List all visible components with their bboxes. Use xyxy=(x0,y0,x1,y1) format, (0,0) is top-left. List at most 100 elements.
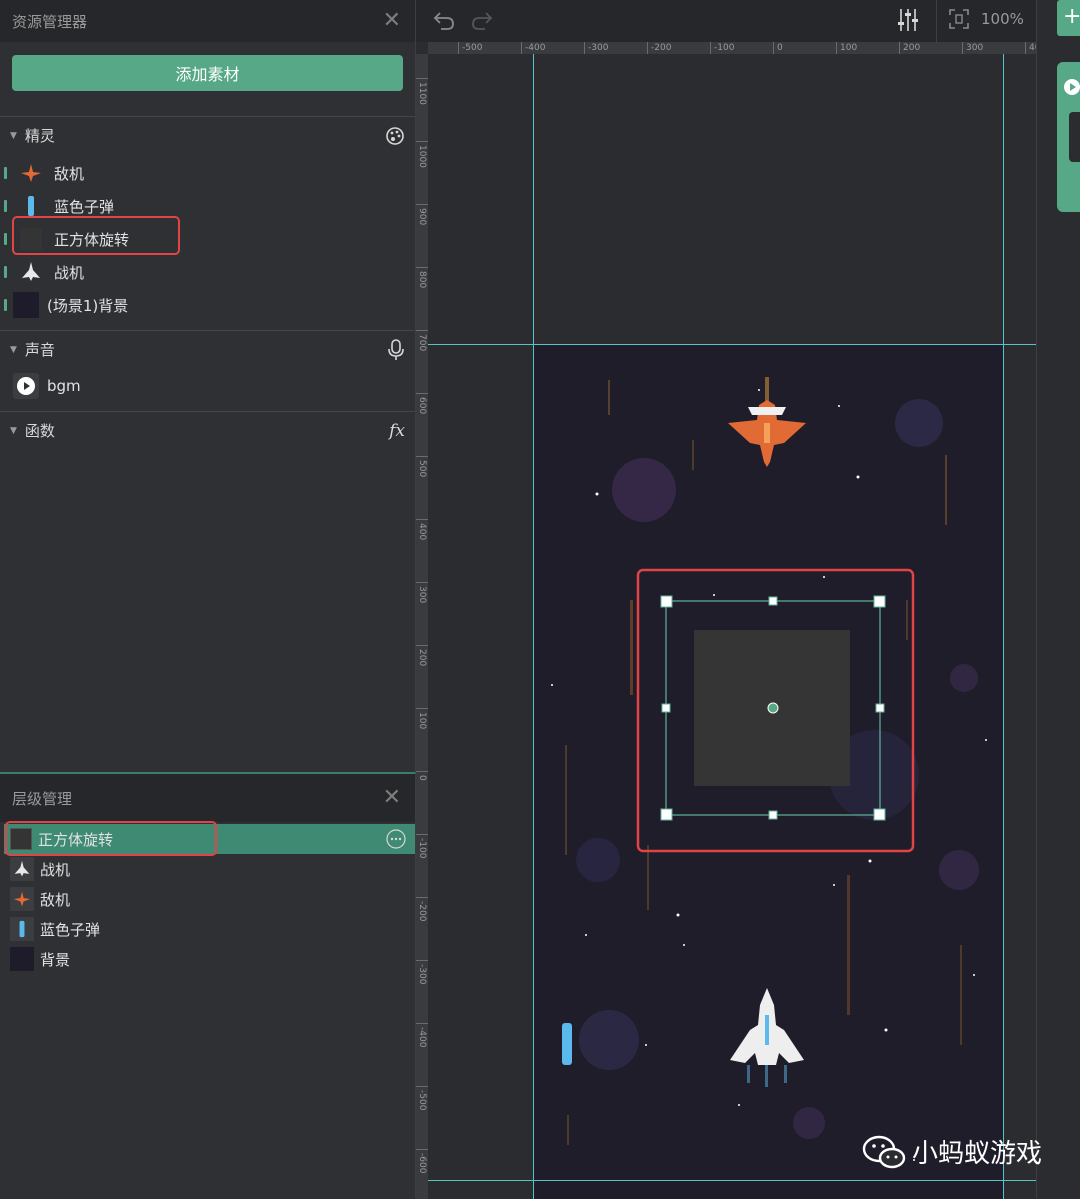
layer-row-fighter[interactable]: 战机 xyxy=(4,854,415,884)
ruler-tick: 300 xyxy=(416,582,428,603)
sprite-item-background[interactable]: (场景1)背景 xyxy=(13,290,128,320)
layer-row-label: 战机 xyxy=(40,860,71,879)
ruler-horizontal: -500 -400 -300 -200 -100 0 100 200 300 4… xyxy=(428,42,1040,54)
fighter-plane-icon xyxy=(10,857,34,881)
ruler-tick: 900 xyxy=(416,204,428,225)
code-block[interactable] xyxy=(1057,62,1080,212)
guide-line-bottom xyxy=(428,1180,1036,1181)
collapse-triangle-icon[interactable]: ▼ xyxy=(10,426,17,436)
sprite-item-enemy[interactable]: 敌机 xyxy=(18,158,84,188)
ruler-vertical: 1100 1000 900 800 700 600 500 400 300 20… xyxy=(416,54,428,1199)
functions-section-header[interactable]: ▼ 函数 fx xyxy=(0,411,415,449)
layer-row-label: 背景 xyxy=(40,950,71,969)
close-icon[interactable]: ✕ xyxy=(383,787,401,809)
layer-row-label: 敌机 xyxy=(40,890,71,909)
highlight-box xyxy=(12,216,180,255)
redo-icon[interactable] xyxy=(470,9,494,31)
wechat-icon xyxy=(862,1135,906,1168)
ruler-tick: 800 xyxy=(416,267,428,288)
ruler-tick: 700 xyxy=(416,330,428,351)
guide-line-left xyxy=(533,54,534,1199)
ruler-tick: 100 xyxy=(416,708,428,729)
watermark-text: 小蚂蚁游戏 xyxy=(912,1139,1043,1169)
sprite-item-fighter[interactable]: 战机 xyxy=(18,257,84,287)
guide-line-right xyxy=(1003,54,1004,1199)
background-thumbnail-icon xyxy=(13,292,39,318)
layer-row-blue-bullet[interactable]: 蓝色子弹 xyxy=(4,914,415,944)
highlight-box xyxy=(5,821,217,856)
layer-manager-panel: 层级管理 ✕ 正方体旋转 战机 敌机 蓝色子弹 背景 xyxy=(0,772,416,1199)
ruler-tick: 600 xyxy=(416,393,428,414)
space-background xyxy=(551,377,987,1161)
layer-row-label: 蓝色子弹 xyxy=(40,920,101,939)
ruler-tick: 1100 xyxy=(416,78,428,105)
collapse-triangle-icon[interactable]: ▼ xyxy=(10,131,17,141)
scene-editor: 100% -500 -400 -300 -200 -100 0 100 200 … xyxy=(416,0,1040,1199)
enemy-plane-icon xyxy=(18,160,44,186)
sprite-item-label: 敌机 xyxy=(54,164,85,183)
layer-row-enemy[interactable]: 敌机 xyxy=(4,884,415,914)
layer-manager-title: 层级管理 xyxy=(12,789,73,808)
collapse-triangle-icon[interactable]: ▼ xyxy=(10,345,17,355)
undo-icon[interactable] xyxy=(432,9,456,31)
add-icon[interactable]: + xyxy=(1057,0,1080,36)
close-icon[interactable]: ✕ xyxy=(383,10,401,32)
sprite-item-label: (场景1)背景 xyxy=(47,296,129,315)
zoom-level[interactable]: 100% xyxy=(981,10,1024,28)
asset-manager-title: 资源管理器 xyxy=(12,12,88,31)
ruler-tick: 100 xyxy=(836,42,857,54)
ruler-tick: -200 xyxy=(416,897,428,921)
ruler-tick: 500 xyxy=(416,456,428,477)
functions-section-title: 函数 xyxy=(24,422,55,440)
asset-manager-panel: 资源管理器 ✕ 添加素材 ▼ 精灵 敌机 蓝色子弹 正方体旋转 战机 (场景1)… xyxy=(0,0,416,772)
guide-line-top xyxy=(428,344,1036,345)
sounds-section-header[interactable]: ▼ 声音 xyxy=(0,330,415,368)
ruler-tick: -300 xyxy=(584,42,608,54)
background-thumbnail-icon xyxy=(10,947,34,971)
asset-manager-header: 资源管理器 ✕ xyxy=(0,0,415,42)
layer-row-background[interactable]: 背景 xyxy=(4,944,415,974)
function-fx-icon[interactable]: fx xyxy=(389,421,405,441)
fighter-plane-icon xyxy=(18,259,44,285)
ruler-tick: 200 xyxy=(899,42,920,54)
game-stage[interactable] xyxy=(534,345,1004,1199)
sprites-section-title: 精灵 xyxy=(24,127,55,145)
play-icon[interactable] xyxy=(13,373,39,399)
editor-toolbar: 100% xyxy=(416,0,1036,42)
blue-bullet-icon xyxy=(10,917,34,941)
ruler-tick: -100 xyxy=(416,834,428,858)
ruler-tick: -100 xyxy=(710,42,734,54)
ruler-tick: 0 xyxy=(773,42,783,54)
fighter-plane-sprite xyxy=(730,988,804,1087)
sprite-item-label: 战机 xyxy=(54,263,85,282)
enemy-plane-icon xyxy=(10,887,34,911)
more-options-icon[interactable] xyxy=(386,829,406,849)
ruler-tick: -500 xyxy=(458,42,482,54)
ruler-tick: -600 xyxy=(416,1149,428,1173)
ruler-tick: -300 xyxy=(416,960,428,984)
sounds-section-title: 声音 xyxy=(24,341,55,359)
ruler-tick: -400 xyxy=(521,42,545,54)
ruler-tick: 400 xyxy=(416,519,428,540)
ruler-tick: 0 xyxy=(416,771,428,781)
play-icon[interactable] xyxy=(1063,78,1080,96)
blue-bullet-sprite xyxy=(562,1023,572,1065)
palette-icon[interactable] xyxy=(385,126,405,146)
add-asset-button[interactable]: 添加素材 xyxy=(12,55,403,91)
ruler-tick: -500 xyxy=(416,1086,428,1110)
sound-item-label: bgm xyxy=(47,377,81,395)
block-palette-strip: + xyxy=(1036,0,1080,1199)
fit-screen-icon[interactable] xyxy=(948,8,970,30)
adjust-sliders-icon[interactable] xyxy=(896,7,920,33)
sprites-section-header[interactable]: ▼ 精灵 xyxy=(0,116,415,154)
watermark: 小蚂蚁游戏 xyxy=(862,1133,1042,1170)
ruler-tick: 200 xyxy=(416,645,428,666)
ruler-tick: -200 xyxy=(647,42,671,54)
sound-item-bgm[interactable]: bgm xyxy=(13,371,81,401)
microphone-icon[interactable] xyxy=(387,338,405,361)
ruler-tick: 1000 xyxy=(416,141,428,168)
sprite-item-label: 蓝色子弹 xyxy=(54,197,115,216)
enemy-plane-sprite xyxy=(728,377,806,467)
ruler-tick: 300 xyxy=(962,42,983,54)
layer-manager-header: 层级管理 ✕ xyxy=(0,774,415,822)
